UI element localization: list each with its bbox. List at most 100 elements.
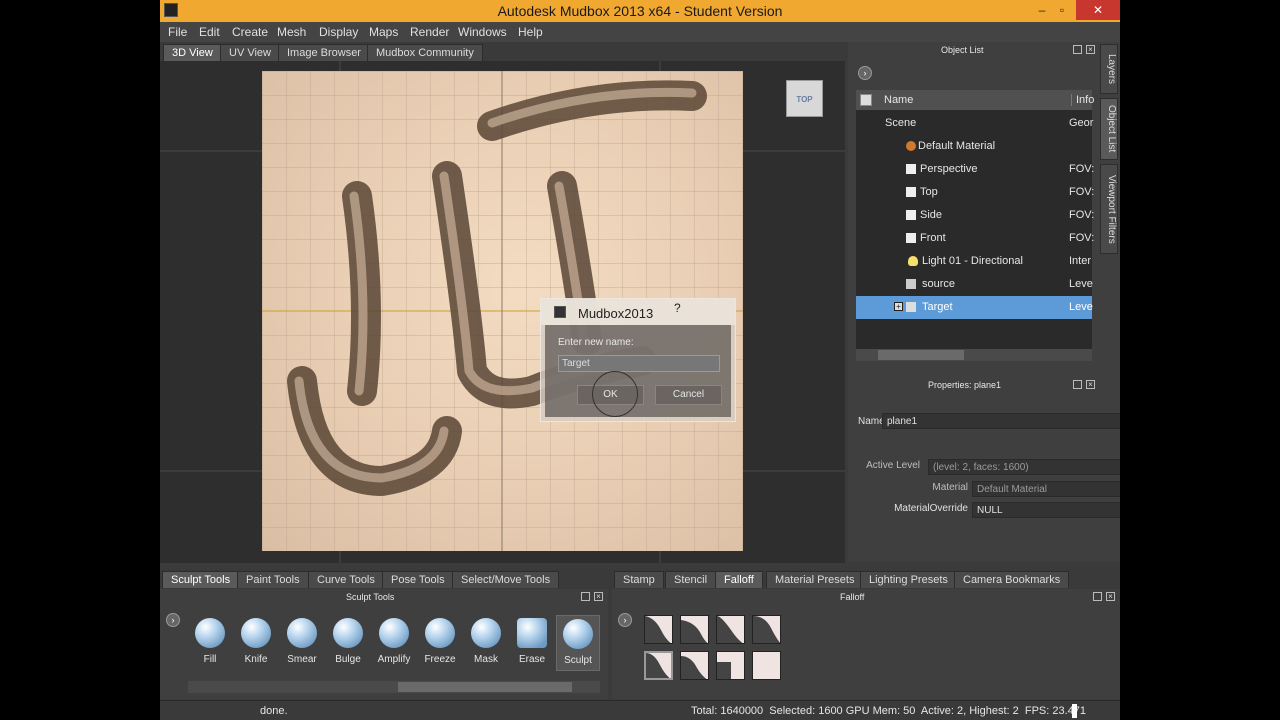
tree-row-perspective[interactable]: Perspective FOV: (856, 158, 1094, 181)
close-panel-icon[interactable]: × (1086, 45, 1095, 54)
tree-row-default-material[interactable]: Default Material (856, 135, 1092, 158)
tab-stencil[interactable]: Stencil (665, 571, 717, 588)
object-list-scrollbar[interactable] (856, 349, 1092, 361)
tab-pose-tools[interactable]: Pose Tools (382, 571, 454, 588)
tab-select-move-tools[interactable]: Select/Move Tools (452, 571, 560, 588)
camera-icon (906, 187, 916, 197)
side-tab-layers[interactable]: Layers (1100, 44, 1118, 94)
tool-erase[interactable]: Erase (510, 615, 554, 671)
close-panel-icon[interactable]: × (594, 592, 603, 601)
tool-smear[interactable]: Smear (280, 615, 324, 671)
side-tab-viewport-filters[interactable]: Viewport Filters (1100, 164, 1118, 254)
material-override-field[interactable]: NULL (972, 502, 1120, 518)
expand-icon[interactable]: + (894, 302, 903, 311)
tab-sculpt-tools[interactable]: Sculpt Tools (162, 571, 240, 588)
rename-prompt: Enter new name: (558, 337, 634, 348)
object-list-title: Object List (941, 45, 984, 55)
menu-create[interactable]: Create (232, 25, 268, 39)
rename-dialog: Mudbox2013 ? Enter new name: OK Cancel (540, 298, 736, 422)
tab-material-presets[interactable]: Material Presets (766, 571, 864, 588)
dialog-title: Mudbox2013 (578, 306, 654, 321)
scroll-thumb[interactable] (878, 350, 964, 360)
object-list: Name Info Scene Geor Default Material Pe… (856, 90, 1094, 361)
tab-curve-tools[interactable]: Curve Tools (308, 571, 384, 588)
tab-stamp[interactable]: Stamp (614, 571, 664, 588)
material-label: Material (932, 482, 968, 493)
rename-input[interactable] (558, 355, 720, 372)
close-panel-icon[interactable]: × (1086, 380, 1095, 389)
lock-icon[interactable] (860, 94, 872, 106)
falloff-preset-4[interactable] (752, 615, 781, 644)
tool-bulge[interactable]: Bulge (326, 615, 370, 671)
side-tab-object-list[interactable]: Object List (1100, 98, 1118, 160)
title-bar: Autodesk Mudbox 2013 x64 - Student Versi… (160, 0, 1120, 22)
column-name[interactable]: Name (884, 94, 913, 106)
menu-file[interactable]: File (168, 25, 187, 39)
name-field[interactable]: plane1 (882, 413, 1120, 429)
mesh-icon (906, 279, 916, 289)
tab-falloff[interactable]: Falloff (715, 571, 763, 588)
menu-maps[interactable]: Maps (369, 25, 398, 39)
restore-button[interactable]: ▫ (1048, 0, 1076, 20)
viewport-3d[interactable]: TOP (160, 61, 845, 563)
tool-mask[interactable]: Mask (464, 615, 508, 671)
tab-uv-view[interactable]: UV View (220, 44, 280, 61)
tab-image-browser[interactable]: Image Browser (278, 44, 370, 61)
tool-sculpt[interactable]: Sculpt (556, 615, 600, 671)
menu-edit[interactable]: Edit (199, 25, 220, 39)
amplify-icon (379, 618, 409, 648)
falloff-preset-6[interactable] (680, 651, 709, 680)
expand-arrow-icon[interactable]: › (858, 66, 872, 80)
viewcube[interactable]: TOP (786, 80, 823, 117)
tab-3d-view[interactable]: 3D View (163, 44, 222, 61)
tool-freeze[interactable]: Freeze (418, 615, 462, 671)
active-level-label: Active Level (866, 460, 920, 471)
tray-arrow-icon[interactable]: › (618, 613, 632, 627)
tree-row-target[interactable]: + Target Leve (856, 296, 1093, 319)
menu-render[interactable]: Render (410, 25, 449, 39)
sculpt-tools-tray: Sculpt Tools × › Fill Knife Smear Bulge … (160, 589, 608, 699)
tool-amplify[interactable]: Amplify (372, 615, 416, 671)
column-info[interactable]: Info (1071, 94, 1094, 106)
tab-lighting-presets[interactable]: Lighting Presets (860, 571, 957, 588)
float-icon[interactable] (1093, 592, 1102, 601)
close-button[interactable]: ✕ (1076, 0, 1120, 20)
erase-icon (517, 618, 547, 648)
menu-mesh[interactable]: Mesh (277, 25, 306, 39)
tree-row-light[interactable]: Light 01 - Directional Inter (856, 250, 1092, 273)
active-level-field[interactable]: (level: 2, faces: 1600) (928, 459, 1120, 475)
tree-row-top[interactable]: Top FOV: (856, 181, 1094, 204)
light-icon (908, 256, 918, 266)
tree-row-front[interactable]: Front FOV: (856, 227, 1094, 250)
float-icon[interactable] (1073, 380, 1082, 389)
properties-title: Properties: plane1 (928, 380, 1002, 390)
tab-mudbox-community[interactable]: Mudbox Community (367, 44, 483, 61)
tab-paint-tools[interactable]: Paint Tools (237, 571, 309, 588)
tool-knife[interactable]: Knife (234, 615, 278, 671)
material-field[interactable]: Default Material (972, 481, 1120, 497)
tray-arrow-icon[interactable]: › (166, 613, 180, 627)
falloff-preset-1[interactable] (644, 615, 673, 644)
float-icon[interactable] (581, 592, 590, 601)
cancel-button[interactable]: Cancel (655, 385, 722, 405)
tool-fill[interactable]: Fill (188, 615, 232, 671)
float-icon[interactable] (1073, 45, 1082, 54)
falloff-preset-2[interactable] (680, 615, 709, 644)
falloff-preset-8[interactable] (752, 651, 781, 680)
menu-windows[interactable]: Windows (458, 25, 507, 39)
help-button[interactable]: ? (674, 301, 681, 315)
tree-row-source[interactable]: source Leve (856, 273, 1093, 296)
falloff-preset-7[interactable] (716, 651, 745, 680)
close-panel-icon[interactable]: × (1106, 592, 1115, 601)
cursor-highlight (592, 371, 638, 417)
falloff-preset-5-selected[interactable] (644, 651, 673, 680)
menu-bar: File Edit Create Mesh Display Maps Rende… (160, 22, 1120, 42)
menu-display[interactable]: Display (319, 25, 358, 39)
scroll-thumb[interactable] (398, 682, 572, 692)
tree-row-side[interactable]: Side FOV: (856, 204, 1094, 227)
menu-help[interactable]: Help (518, 25, 543, 39)
tab-camera-bookmarks[interactable]: Camera Bookmarks (954, 571, 1070, 588)
tools-scrollbar[interactable] (188, 681, 600, 693)
tree-row-scene[interactable]: Scene Geor (856, 112, 1093, 135)
falloff-preset-3[interactable] (716, 615, 745, 644)
